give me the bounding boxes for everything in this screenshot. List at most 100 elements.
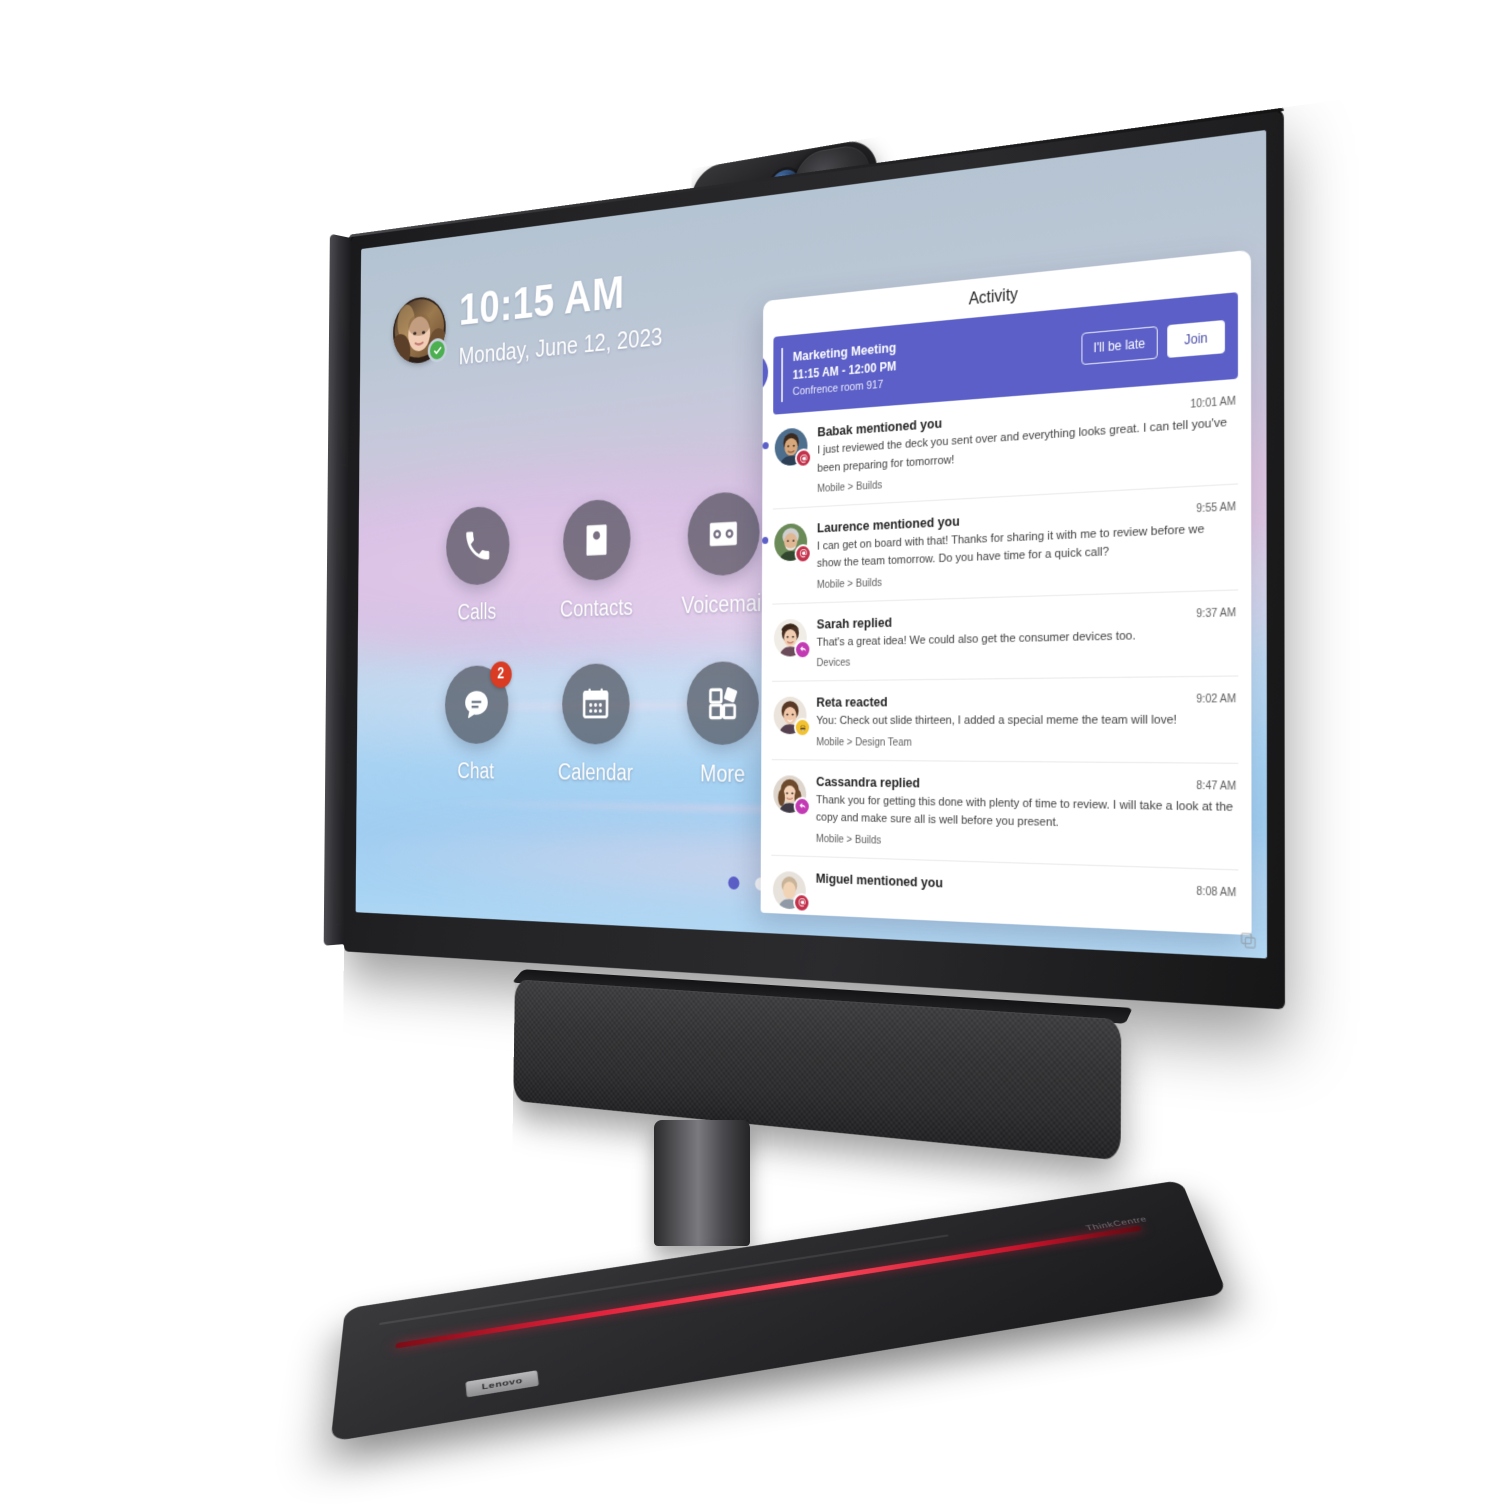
- app-label: Calls: [457, 599, 497, 625]
- activity-context: Mobile > Builds: [817, 479, 883, 496]
- activity-context: Mobile > Builds: [816, 576, 882, 592]
- activity-header: Babak mentioned you 10:01 AM: [817, 393, 1236, 440]
- activity-header: Sarah replied 9:37 AM: [816, 605, 1236, 632]
- activity-header: Reta reacted 9:02 AM: [816, 692, 1236, 711]
- reply-arrow-icon: [799, 646, 806, 653]
- meeting-details: Marketing Meeting 11:15 AM - 12:00 PM Co…: [787, 321, 1081, 400]
- soundbar: [511, 969, 1133, 1161]
- app-tile-calls[interactable]: Calls: [420, 504, 536, 627]
- stand-neck: [654, 1120, 750, 1246]
- screen: 10:15 AM Monday, June 12, 2023 Calls Con…: [355, 129, 1268, 959]
- red-accent-stripe: [395, 1225, 1143, 1349]
- app-tile-calendar[interactable]: Calendar: [534, 663, 658, 787]
- laugh-emoji-icon: [798, 723, 807, 733]
- activity-title: Laurence mentioned you: [816, 513, 960, 536]
- activity-body: Laurence mentioned you 9:55 AM I can get…: [817, 499, 1236, 591]
- activity-body: Miguel mentioned you 8:08 AM: [816, 870, 1237, 928]
- activity-message: I just reviewed the deck you sent over a…: [817, 416, 1227, 475]
- app-label: More: [700, 760, 746, 787]
- user-avatar-wrap[interactable]: [392, 294, 447, 366]
- page-dot-3[interactable]: [782, 878, 794, 892]
- display-panel: 10:15 AM Monday, June 12, 2023 Calls Con…: [323, 107, 1285, 1010]
- mention-badge-icon: [793, 892, 811, 913]
- meeting-actions: I'll be late Join: [1081, 319, 1225, 366]
- app-tile-chat[interactable]: 2 Chat: [419, 661, 536, 785]
- activity-title: Sarah replied: [816, 614, 892, 632]
- app-tile-more[interactable]: More: [658, 660, 790, 788]
- activity-context: Mobile > Builds: [815, 832, 882, 847]
- wallpaper-wave-5: [355, 804, 1268, 951]
- more-button[interactable]: [686, 660, 760, 746]
- activity-item[interactable]: Babak mentioned you 10:01 AM I just revi…: [762, 378, 1239, 510]
- display-bezel: 10:15 AM Monday, June 12, 2023 Calls Con…: [343, 107, 1285, 1010]
- unread-indicator: [762, 442, 769, 450]
- reply-badge-icon: [794, 639, 812, 660]
- unread-indicator: [762, 536, 769, 545]
- activity-feed: Babak mentioned you 10:01 AM I just revi…: [761, 378, 1252, 935]
- page-indicator: [728, 876, 794, 892]
- app-label: Calendar: [557, 759, 634, 786]
- calendar-button[interactable]: [561, 663, 630, 745]
- activity-item[interactable]: Reta reacted 9:02 AM You: Check out slid…: [771, 676, 1239, 764]
- screen-settings-icon[interactable]: [1241, 932, 1256, 949]
- calls-button[interactable]: [445, 505, 510, 587]
- activity-title: Cassandra replied: [816, 773, 920, 791]
- screenshot-stage: 10:15 AM Monday, June 12, 2023 Calls Con…: [0, 0, 1512, 1512]
- join-button[interactable]: Join: [1167, 319, 1225, 358]
- activity-item[interactable]: Laurence mentioned you 9:55 AM I can get…: [762, 484, 1239, 605]
- activity-item[interactable]: Miguel mentioned you 8:08 AM: [771, 856, 1238, 936]
- app-tile-voicemail[interactable]: Voicemail: [659, 489, 791, 620]
- activity-title: Babak mentioned you: [817, 415, 943, 440]
- ill-be-late-button[interactable]: I'll be late: [1081, 326, 1158, 366]
- activity-item[interactable]: Sarah replied 9:37 AM That's a great ide…: [772, 590, 1239, 683]
- activity-item[interactable]: Cassandra replied 8:47 AM Thank you for …: [771, 760, 1239, 871]
- activity-body: Sarah replied 9:37 AM That's a great ide…: [816, 605, 1237, 670]
- page-dot-2[interactable]: [755, 877, 767, 891]
- voicemail-button[interactable]: [687, 490, 761, 577]
- app-label: Chat: [457, 758, 495, 784]
- activity-title: Reta reacted: [816, 694, 888, 711]
- avatar: [773, 775, 807, 814]
- phone-icon: [465, 530, 490, 561]
- meeting-time: 11:15 AM - 12:00 PM: [792, 358, 897, 382]
- activity-context: Mobile > Design Team: [816, 735, 912, 749]
- activity-avatar-wrap: [774, 427, 812, 469]
- meeting-title: Marketing Meeting: [792, 339, 897, 365]
- mention-badge-icon: [794, 448, 812, 469]
- stand-base-surface: Lenovo ThinkCentre: [330, 1179, 1228, 1442]
- avatar: [772, 870, 806, 910]
- at-symbol-icon: [799, 549, 807, 559]
- wallpaper-sphere-blue: [779, 556, 917, 713]
- avatar: [773, 697, 807, 735]
- activity-time: 9:37 AM: [1196, 607, 1236, 621]
- app-launcher-grid: Calls Contacts Voicemail 2 Chat Calendar…: [419, 489, 791, 789]
- activity-message: Thank you for getting this done with ple…: [815, 793, 1234, 830]
- activity-context: Devices: [816, 656, 851, 670]
- at-symbol-icon: [799, 453, 807, 463]
- contacts-button[interactable]: [562, 497, 631, 582]
- avatar: [773, 618, 807, 657]
- app-label: Contacts: [559, 594, 633, 622]
- activity-body: Babak mentioned you 10:01 AM I just revi…: [817, 393, 1236, 495]
- meeting-card[interactable]: Marketing Meeting 11:15 AM - 12:00 PM Co…: [773, 292, 1238, 415]
- avatar: [774, 522, 808, 562]
- activity-body: Reta reacted 9:02 AM You: Check out slid…: [816, 692, 1236, 751]
- wallpaper-sphere-pink: [891, 601, 962, 680]
- chat-button[interactable]: 2: [444, 661, 512, 744]
- meeting-location: Confrence room 917: [792, 378, 884, 398]
- mention-badge-icon: [794, 543, 812, 564]
- app-tile-contacts[interactable]: Contacts: [535, 496, 659, 623]
- activity-avatar-wrap: [773, 697, 811, 738]
- activity-panel: Activity Marketing Meeting 11:15 AM - 12…: [760, 249, 1252, 936]
- reply-badge-icon: [793, 796, 811, 817]
- activity-panel-title: Activity: [968, 285, 1018, 309]
- page-dot-1[interactable]: [728, 876, 740, 890]
- avatar: [774, 427, 808, 467]
- activity-avatar-wrap: [773, 618, 812, 660]
- activity-time: 9:55 AM: [1196, 501, 1236, 516]
- apps-grid-icon: [706, 683, 740, 723]
- activity-avatar-wrap: [773, 775, 811, 817]
- stand-base-groove: [379, 1234, 949, 1326]
- activity-time: 10:01 AM: [1190, 395, 1236, 412]
- activity-avatar-wrap: [772, 870, 811, 913]
